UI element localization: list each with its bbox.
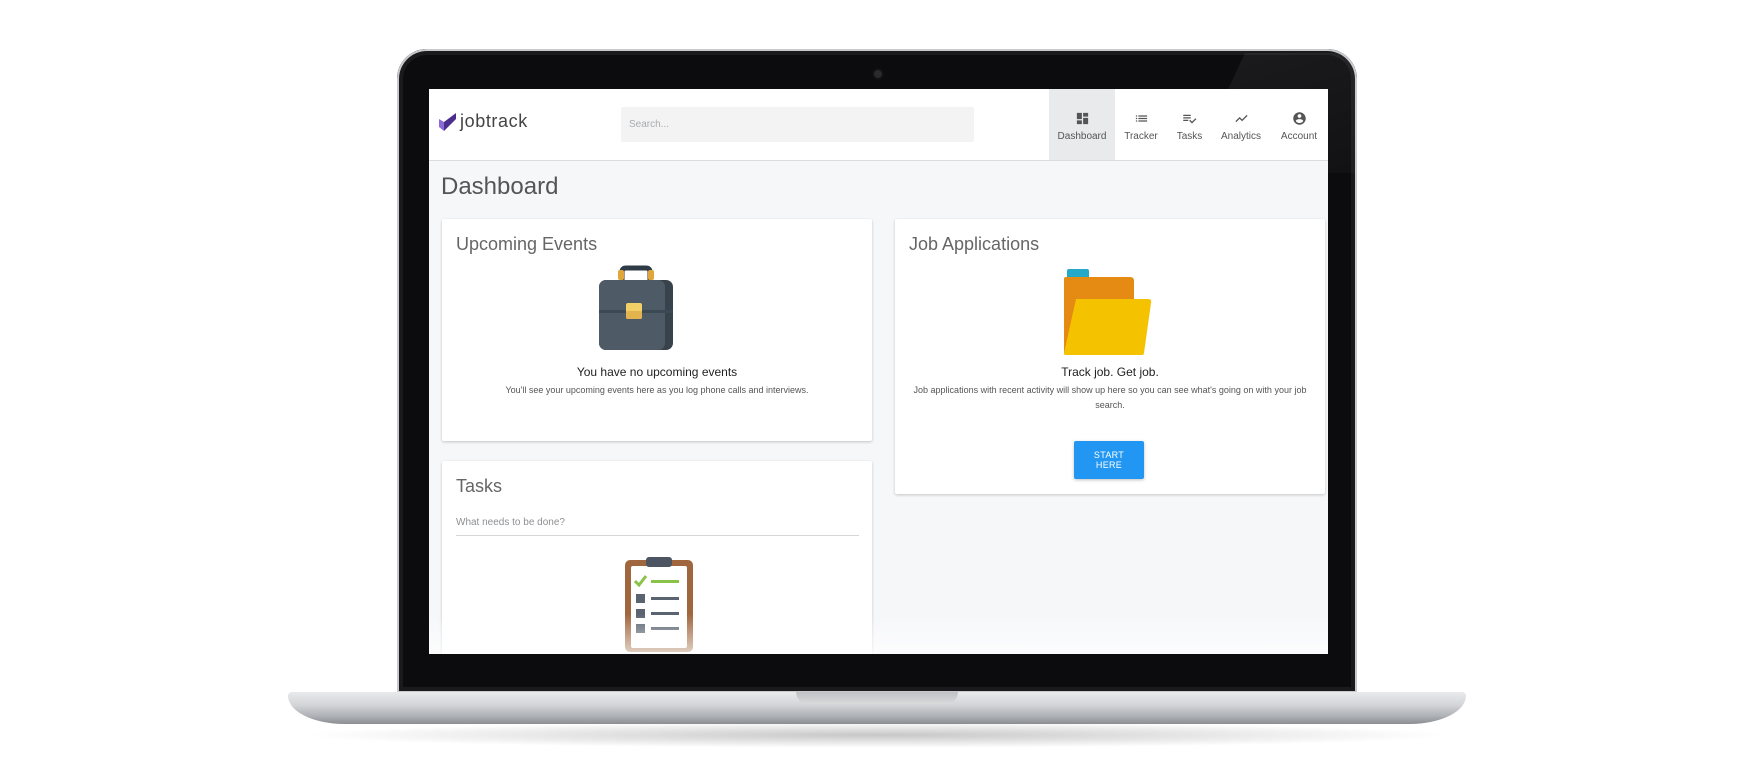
list-icon [1135, 115, 1147, 122]
nav-item-account[interactable]: Account [1270, 89, 1328, 160]
account-circle-icon [1292, 112, 1306, 125]
card-title-tasks: Tasks [456, 476, 503, 496]
nav-label-analytics: Analytics [1220, 131, 1261, 142]
laptop-hinge-notch [796, 692, 958, 704]
playlist-check-icon [1183, 114, 1197, 124]
nav-label-tasks: Tasks [1176, 131, 1203, 142]
trending-up-icon [1234, 114, 1248, 123]
nav-label-tracker: Tracker [1124, 131, 1158, 142]
tasks-card: Tasks [442, 461, 872, 654]
app-logo[interactable]: jobtrack [439, 111, 528, 132]
nav-label-account: Account [1280, 131, 1318, 142]
clipboard-checklist-icon [625, 557, 693, 652]
start-here-button[interactable]: START HERE [1074, 441, 1144, 479]
events-empty-heading: You have no upcoming events [576, 365, 738, 379]
page-title: Dashboard [441, 173, 559, 200]
new-task-input[interactable] [456, 510, 859, 536]
upcoming-events-card: Upcoming Events You have no upcoming eve… [442, 219, 872, 441]
main-nav: Dashboard Tracker Tasks Analytics Accoun… [1049, 89, 1328, 160]
laptop-shadow [300, 722, 1454, 748]
events-empty-text: You'll see your upcoming events here as … [505, 385, 809, 395]
nav-item-tracker[interactable]: Tracker [1115, 89, 1167, 160]
briefcase-icon [599, 265, 673, 350]
jobs-empty-text: Job applications with recent activity wi… [913, 385, 1307, 410]
jobtrack-logo-icon [439, 112, 456, 131]
card-title-job-applications: Job Applications [909, 234, 1040, 254]
card-title-upcoming-events: Upcoming Events [456, 234, 598, 254]
nav-label-dashboard: Dashboard [1057, 131, 1107, 142]
jobs-empty-heading: Track job. Get job. [1061, 365, 1159, 379]
app-header: jobtrack Dashboard Tracker Tasks [429, 89, 1328, 161]
job-applications-card: Job Applications Track job. Get job. Job… [895, 219, 1325, 494]
webcam [874, 70, 882, 78]
nav-item-analytics[interactable]: Analytics [1212, 89, 1270, 160]
nav-item-tasks[interactable]: Tasks [1167, 89, 1212, 160]
search-input[interactable] [621, 107, 974, 142]
dashboard-icon [1076, 112, 1088, 125]
laptop-screen: jobtrack Dashboard Tracker Tasks [429, 89, 1328, 654]
nav-item-dashboard[interactable]: Dashboard [1049, 89, 1115, 160]
folder-icon [1064, 269, 1152, 355]
logo-text: jobtrack [460, 111, 528, 131]
